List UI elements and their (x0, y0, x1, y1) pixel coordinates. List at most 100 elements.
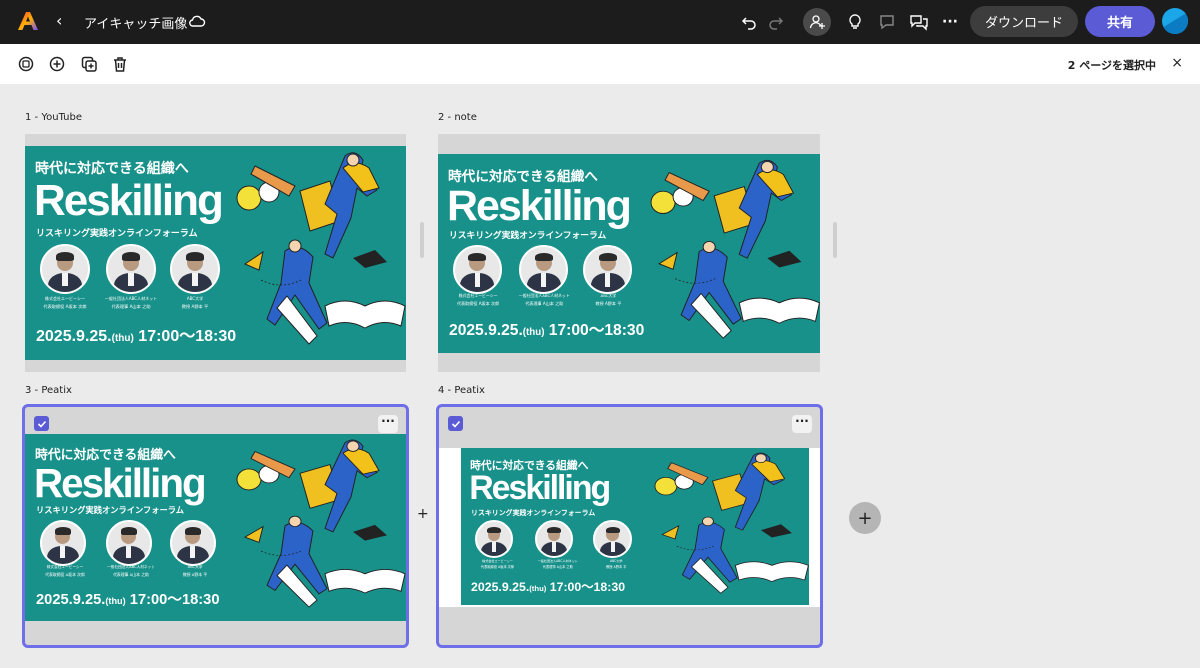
banner-datetime: 2025.9.25.(thu) 17:00〜18:30 (36, 322, 236, 346)
banner-weekday: (thu) (105, 595, 126, 606)
speaker-name: 代表理事 A山本 之助 (113, 572, 149, 578)
resize-handle-2[interactable] (833, 222, 837, 258)
document-title[interactable]: アイキャッチ画像 (84, 13, 187, 32)
speaker-org: ABC大学 (610, 559, 623, 564)
banner-tagline: リスキリング実践オンラインフォーラム (471, 508, 596, 517)
insert-page-button[interactable]: + (417, 506, 429, 522)
banner-4: 時代に対応できる組織へ Reskilling リスキリング実践オンラインフォーラム株… (461, 448, 809, 605)
page-4-canvas: 時代に対応できる組織へ Reskilling リスキリング実践オンラインフォーラム株… (439, 448, 820, 607)
add-icon[interactable] (47, 54, 67, 74)
lightbulb-icon[interactable] (843, 10, 867, 34)
resize-handle-1[interactable] (420, 222, 424, 258)
banner-title: Reskilling (34, 176, 224, 225)
page-card-3[interactable]: ··· 時代に対応できる組織へ Reskilling リスキリング実践オンラインフォ… (22, 404, 409, 648)
speaker-name: 代表取締役 A坂本 次郎 (43, 304, 87, 309)
speaker-name: 教授 A野本 平 (595, 300, 622, 306)
invite-icon[interactable] (803, 8, 831, 36)
speaker-org: ABC大学 (187, 565, 203, 570)
speaker-name: 教授 A野本 平 (606, 564, 627, 569)
page-label-3: 3 - Peatix (25, 385, 72, 396)
add-page-icon[interactable] (79, 54, 99, 74)
speaker-name: 代表理事 A山本 之助 (525, 300, 564, 306)
banner-weekday: (thu) (111, 333, 134, 344)
speaker-photo (593, 519, 632, 559)
page-toolbar: 2 ページを選択中 × (0, 44, 1200, 84)
page-card-4[interactable]: ··· 時代に対応できる組織へ Reskilling リスキリング実践オンラインフォ… (436, 404, 823, 648)
speaker-org: ABC大学 (186, 296, 204, 301)
page-label-2: 2 - note (438, 112, 477, 123)
banner-tagline: リスキリング実践オンラインフォーラム (449, 231, 607, 242)
banner-subtitle: 時代に対応できる組織へ (35, 161, 189, 177)
speaker-name: 教授 A野本 平 (182, 572, 208, 578)
speaker-photo (40, 244, 90, 294)
speaker-photo (170, 244, 220, 294)
banner-time: 17:00〜18:30 (138, 328, 237, 345)
banner-tagline: リスキリング実践オンラインフォーラム (36, 229, 198, 239)
add-page-button[interactable]: + (849, 502, 881, 534)
adobe-express-logo-icon[interactable] (17, 10, 39, 32)
banner-weekday: (thu) (522, 326, 545, 338)
speaker-name: 代表取締役 A坂本 次郎 (456, 300, 500, 306)
speaker-org: 株式会社エービーシー (46, 565, 84, 570)
speaker-org: 株式会社エービーシー (482, 559, 513, 564)
comment-icon[interactable] (875, 10, 899, 34)
redo-icon[interactable] (764, 10, 788, 34)
speaker-name: 教授 A野本 平 (181, 304, 209, 309)
page-card-2[interactable]: 時代に対応できる組織へ Reskilling リスキリング実践オンラインフォーラム株… (438, 134, 820, 372)
reskilling-illustration (650, 159, 820, 339)
add-page-label: + (857, 507, 873, 529)
banner-date: 2025.9.25. (36, 328, 112, 345)
page-card-1[interactable]: 時代に対応できる組織へ Reskilling リスキリング実践オンラインフォーラム株… (25, 134, 406, 372)
banner-title: Reskilling (447, 181, 632, 230)
banner-date: 2025.9.25. (471, 580, 530, 595)
page-3-more-button[interactable]: ··· (378, 415, 398, 433)
banner-time: 17:00〜18:30 (549, 580, 626, 595)
speaker-photo (534, 519, 574, 559)
banner-datetime: 2025.9.25.(thu) 17:00〜18:30 (449, 318, 644, 340)
undo-icon[interactable] (737, 10, 761, 34)
page-4-checkbox[interactable] (448, 416, 463, 431)
speaker-name: 代表理事 A山本 之助 (542, 564, 573, 569)
speaker-photo (453, 245, 502, 294)
share-button[interactable]: 共有 (1085, 6, 1155, 37)
banner-datetime: 2025.9.25.(thu) 17:00〜18:30 (471, 577, 625, 595)
reskilling-illustration (236, 439, 406, 608)
banner-tagline: リスキリング実践オンラインフォーラム (36, 504, 185, 515)
banner-title: Reskilling (34, 459, 207, 506)
speaker-org: ABC大学 (600, 293, 617, 299)
speaker-org: 一般社団法人ABC人材ネット (104, 296, 158, 301)
banner-weekday: (thu) (529, 584, 547, 594)
page-label-4: 4 - Peatix (438, 385, 485, 396)
cloud-icon[interactable] (188, 12, 206, 30)
page-4-more-button[interactable]: ··· (792, 415, 812, 433)
banner-1: 時代に対応できる組織へ Reskilling リスキリング実践オンラインフォーラム株… (25, 146, 406, 360)
banner-time: 17:00〜18:30 (548, 321, 645, 339)
banner-title: Reskilling (469, 469, 611, 508)
back-button[interactable]: ‹ (56, 12, 62, 30)
speaker-name: 代表取締役 A坂本 次郎 (45, 572, 85, 578)
speaker-org: 株式会社エービーシー (458, 293, 498, 299)
user-avatar[interactable] (1162, 8, 1188, 34)
speaker-org: 一般社団法人ABC人材ネット (537, 559, 578, 564)
speaker-org: 株式会社エービーシー (45, 296, 85, 301)
banner-3: 時代に対応できる組織へ Reskilling リスキリング実践オンラインフォーラム株… (25, 434, 406, 621)
page-label-1: 1 - YouTube (25, 112, 82, 123)
clear-selection-button[interactable]: × (1171, 55, 1183, 71)
more-icon[interactable]: ··· (938, 10, 962, 34)
speaker-org: 一般社団法人ABC人材ネット (107, 565, 155, 570)
feedback-icon[interactable] (907, 10, 931, 34)
speaker-photo (583, 245, 633, 294)
reskilling-illustration (654, 452, 809, 594)
reskilling-illustration (236, 152, 406, 345)
banner-2: 時代に対応できる組織へ Reskilling リスキリング実践オンラインフォーラム株… (438, 154, 820, 353)
speaker-photo (106, 244, 156, 294)
duplicate-icon[interactable] (16, 54, 36, 74)
speaker-photo (519, 245, 569, 294)
page-3-checkbox[interactable] (34, 416, 49, 431)
speaker-name: 代表理事 A山本 之助 (111, 304, 151, 309)
selection-status: 2 ページを選択中 (1067, 59, 1156, 72)
top-bar: ‹ アイキャッチ画像 ··· ダウンロード 共有 (0, 0, 1200, 44)
speaker-photo (40, 519, 86, 566)
download-button[interactable]: ダウンロード (970, 6, 1078, 37)
trash-icon[interactable] (110, 54, 130, 74)
